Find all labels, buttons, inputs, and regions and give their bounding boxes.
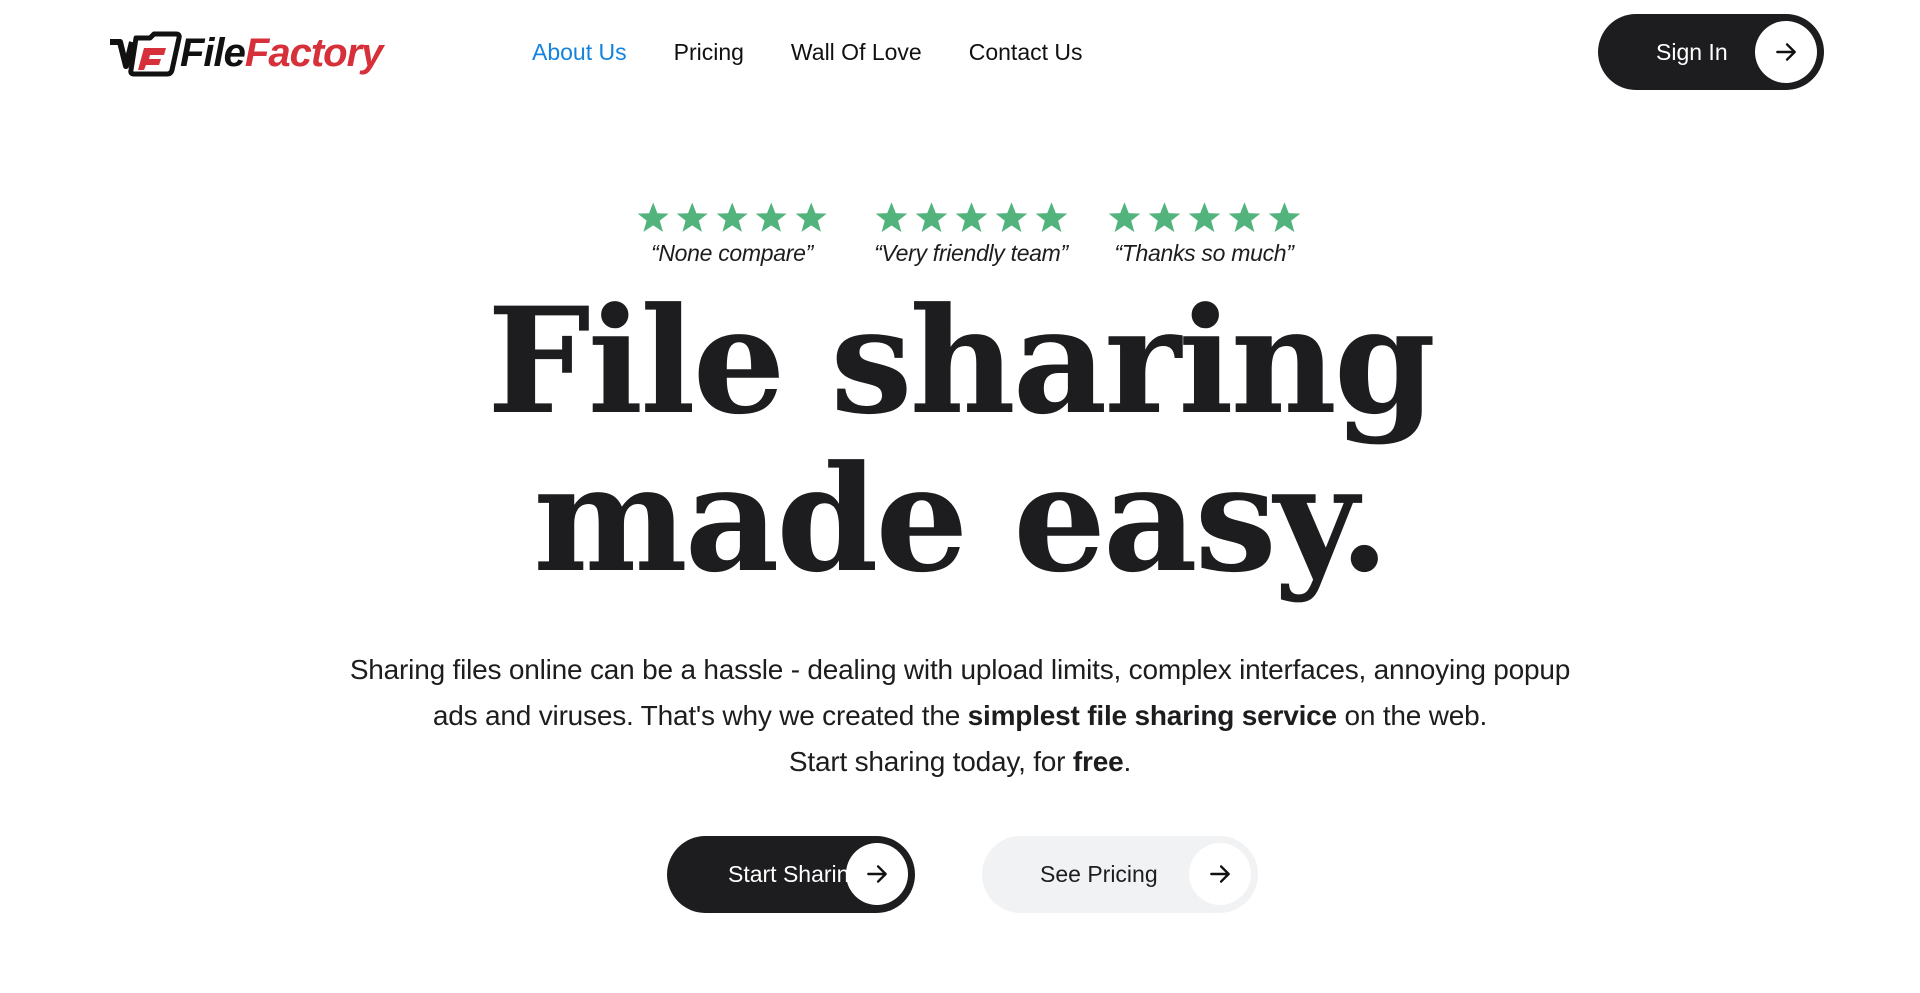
start-sharing-button[interactable]: Start Sharing: [667, 836, 915, 913]
hero-description: Sharing files online can be a hassle - d…: [300, 647, 1620, 785]
description-line-2a: ads and viruses. That's why we created t…: [432, 700, 968, 731]
review-quote: “None compare”: [651, 240, 813, 266]
sign-in-button[interactable]: Sign In: [1598, 14, 1824, 90]
headline-line-2: made easy.: [533, 434, 1389, 605]
nav-link-contact-us[interactable]: Contact Us: [969, 36, 1083, 68]
description-emphasis: simplest file sharing service: [967, 700, 1337, 731]
star-icon: [637, 202, 669, 232]
star-icon: [995, 202, 1027, 233]
star-rating: [1104, 200, 1304, 236]
star-icon: [1228, 202, 1260, 233]
see-pricing-label: See Pricing: [1040, 861, 1158, 887]
headline-line-1: File sharing: [487, 276, 1436, 447]
see-pricing-arrow-circle: [1189, 843, 1251, 905]
star-icon: [1148, 202, 1180, 233]
description-free: free: [1072, 746, 1124, 777]
description-line-3b: .: [1123, 746, 1132, 777]
start-sharing-arrow-circle: [846, 843, 908, 905]
see-pricing-button[interactable]: See Pricing: [982, 836, 1258, 913]
arrow-right-icon: [1776, 43, 1796, 61]
hero-headline: File sharing made easy.: [0, 283, 1920, 599]
star-icon: [1268, 202, 1300, 233]
star-icon: [755, 202, 787, 232]
nav-link-wall-of-love[interactable]: Wall Of Love: [791, 36, 922, 68]
star-rating: [866, 200, 1076, 236]
start-sharing-label: Start Sharing: [728, 861, 863, 887]
review-item: “Thanks so much”: [1104, 200, 1304, 268]
star-icon: [1035, 202, 1067, 233]
description-line-3a: Start sharing today, for: [788, 746, 1073, 777]
star-icon: [677, 202, 709, 232]
star-icon: [955, 202, 987, 233]
nav-link-pricing[interactable]: Pricing: [674, 36, 744, 68]
star-icon: [875, 202, 907, 233]
filefactory-logo-icon: [110, 31, 182, 77]
sign-in-arrow-circle: [1755, 21, 1817, 83]
review-item: “None compare”: [636, 200, 828, 268]
review-item: “Very friendly team”: [866, 200, 1076, 268]
star-icon: [795, 202, 827, 232]
review-quote: “Very friendly team”: [874, 240, 1068, 266]
filefactory-logo[interactable]: FileFactory: [106, 28, 406, 78]
site-header: FileFactory About Us Pricing Wall Of Lov…: [0, 0, 1920, 105]
star-rating: [636, 200, 828, 236]
review-highlights: “None compare” “Very friendly team” “Tha…: [630, 200, 1310, 280]
logo-wordmark: FileFactory: [180, 31, 383, 75]
description-line-2b: on the web.: [1336, 700, 1488, 731]
star-icon: [1188, 202, 1220, 233]
sign-in-label: Sign In: [1656, 39, 1728, 65]
star-icon: [716, 202, 748, 232]
star-icon: [1108, 202, 1140, 233]
nav-link-about-us[interactable]: About Us: [532, 36, 627, 68]
review-quote: “Thanks so much”: [1114, 240, 1294, 266]
arrow-right-icon: [1210, 865, 1230, 883]
arrow-right-icon: [867, 865, 887, 883]
main-nav: About Us Pricing Wall Of Love Contact Us: [532, 36, 1130, 68]
star-icon: [915, 202, 947, 233]
description-line-1: Sharing files online can be a hassle - d…: [349, 654, 1571, 685]
